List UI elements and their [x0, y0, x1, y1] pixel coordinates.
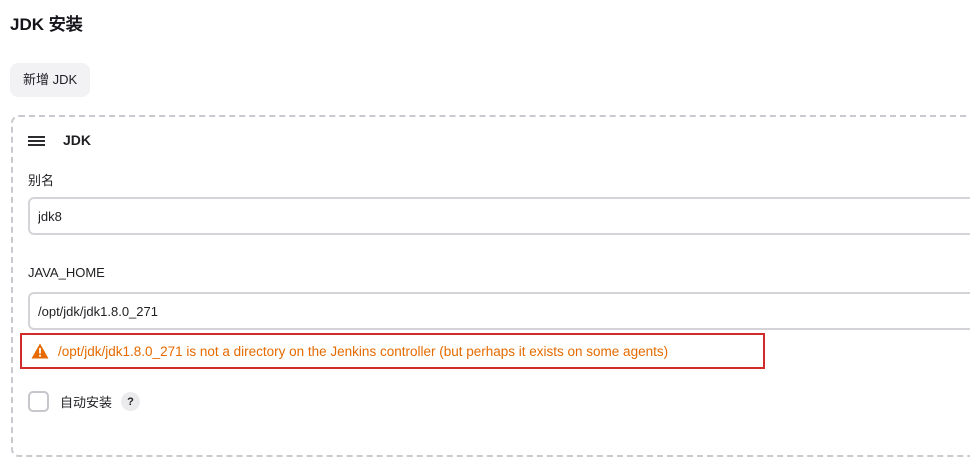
page-title: JDK 安装: [10, 15, 83, 34]
card-title: JDK: [63, 132, 92, 148]
alias-input[interactable]: [28, 197, 970, 235]
java-home-warning: /opt/jdk/jdk1.8.0_271 is not a directory…: [20, 333, 765, 369]
hamburger-icon[interactable]: [28, 134, 45, 146]
auto-install-label[interactable]: 自动安装: [60, 392, 112, 411]
add-jdk-button[interactable]: 新增 JDK: [10, 63, 91, 97]
warning-triangle-icon: [31, 343, 49, 359]
warning-message: /opt/jdk/jdk1.8.0_271 is not a directory…: [58, 343, 669, 359]
auto-install-row: 自动安装 ?: [28, 391, 141, 412]
java-home-input[interactable]: [28, 292, 970, 330]
auto-install-checkbox[interactable]: [28, 391, 49, 412]
jdk-card: [11, 115, 970, 457]
alias-label: 别名: [28, 173, 55, 188]
java-home-label: JAVA_HOME: [28, 265, 105, 280]
help-icon[interactable]: ?: [121, 392, 141, 411]
card-header: JDK: [28, 132, 91, 148]
